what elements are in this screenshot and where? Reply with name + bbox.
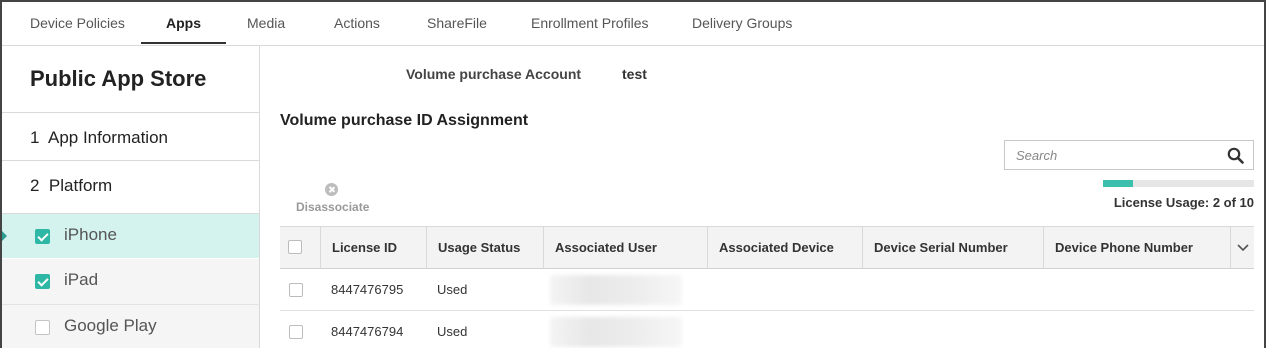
chevron-down-icon xyxy=(1237,244,1249,252)
platform-label: iPhone xyxy=(64,225,117,244)
tab-media[interactable]: Media xyxy=(247,2,285,45)
select-all-cell xyxy=(280,227,321,269)
search-icon[interactable] xyxy=(1227,147,1244,164)
tab-actions[interactable]: Actions xyxy=(334,2,380,45)
platform-label: Google Play xyxy=(64,316,157,335)
divider xyxy=(2,160,260,161)
step-number: 1 xyxy=(30,128,40,147)
account-value: test xyxy=(622,66,647,82)
license-id-cell: 8447476794 xyxy=(331,324,404,339)
associated-user-redacted xyxy=(550,317,682,347)
platform-item-google-play[interactable]: Google Play xyxy=(2,305,259,348)
usage-status-cell: Used xyxy=(437,324,468,339)
wizard-sidebar: Public App Store 1 App Information 2 Pla… xyxy=(2,46,260,348)
platform-item-iphone[interactable]: iPhone xyxy=(2,213,259,258)
divider xyxy=(2,112,260,113)
tab-sharefile[interactable]: ShareFile xyxy=(427,2,487,45)
table-row[interactable]: 8447476795 Used xyxy=(280,269,1254,311)
table-row[interactable]: 8447476794 Used xyxy=(280,311,1254,348)
usage-status-cell: Used xyxy=(437,282,468,297)
column-chooser-button[interactable] xyxy=(1230,227,1254,269)
column-header[interactable]: Associated User xyxy=(543,227,708,269)
disassociate-button[interactable]: Disassociate xyxy=(294,182,370,216)
top-tab-bar: Device Policies Apps Media Actions Share… xyxy=(2,2,1264,46)
license-usage-bar xyxy=(1103,180,1254,187)
tab-apps[interactable]: Apps xyxy=(141,2,226,45)
step-label: App Information xyxy=(47,128,168,147)
license-usage-text: License Usage: 2 of 10 xyxy=(1113,195,1254,210)
step-label: Platform xyxy=(48,176,113,195)
column-header[interactable]: Usage Status xyxy=(426,227,544,269)
column-header[interactable]: Device Serial Number xyxy=(862,227,1044,269)
tab-device-policies[interactable]: Device Policies xyxy=(30,2,125,45)
page-title: Public App Store xyxy=(30,66,207,91)
table-header: License ID Usage Status Associated User … xyxy=(280,226,1254,269)
select-all-checkbox[interactable] xyxy=(288,240,302,254)
account-label: Volume purchase Account xyxy=(406,66,582,82)
selected-marker-icon xyxy=(2,231,7,241)
app-frame: Device Policies Apps Media Actions Share… xyxy=(0,0,1266,348)
platform-label: iPad xyxy=(64,270,99,289)
license-usage-fill xyxy=(1103,180,1134,187)
platform-item-ipad[interactable]: iPad xyxy=(2,259,259,304)
step-number: 2 xyxy=(30,176,40,195)
disassociate-icon xyxy=(325,183,338,196)
associated-user-redacted xyxy=(550,275,682,305)
row-checkbox[interactable] xyxy=(289,283,303,297)
step-app-information[interactable]: 1 App Information xyxy=(30,128,168,148)
main-content: Volume purchase Account test Volume purc… xyxy=(261,46,1264,348)
tab-enrollment-profiles[interactable]: Enrollment Profiles xyxy=(531,2,649,45)
tab-delivery-groups[interactable]: Delivery Groups xyxy=(692,2,792,45)
search-input[interactable] xyxy=(1005,141,1220,169)
disassociate-label: Disassociate xyxy=(296,200,370,214)
column-header[interactable]: Associated Device xyxy=(707,227,863,269)
checkbox-icon[interactable] xyxy=(35,229,50,244)
step-platform[interactable]: 2 Platform xyxy=(30,176,112,196)
column-header[interactable]: License ID xyxy=(320,227,427,269)
search-box xyxy=(1004,140,1254,170)
row-checkbox[interactable] xyxy=(289,325,303,339)
checkbox-icon[interactable] xyxy=(35,320,50,335)
column-header[interactable]: Device Phone Number xyxy=(1043,227,1230,269)
section-title: Volume purchase ID Assignment xyxy=(280,112,529,129)
license-id-cell: 8447476795 xyxy=(331,282,404,297)
checkbox-icon[interactable] xyxy=(35,274,50,289)
